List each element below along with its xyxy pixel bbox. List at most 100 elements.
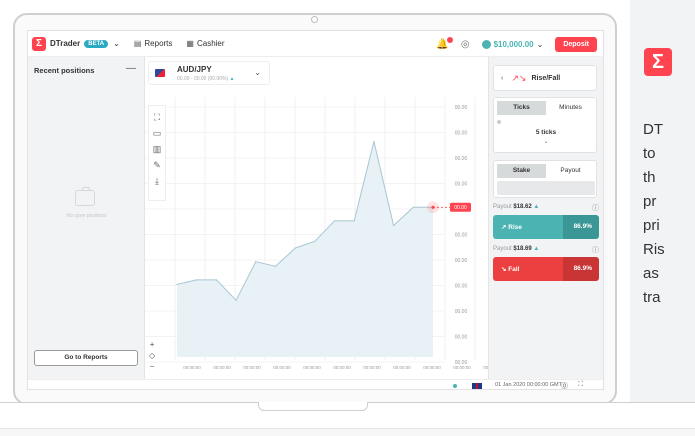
account-balance[interactable]: $10,000.00 ⌄	[481, 39, 543, 49]
duration-value[interactable]: 5 ticks	[494, 129, 598, 136]
dtrader-logo-icon[interactable]: Σ	[32, 36, 46, 51]
aud-jpy-flag-icon	[155, 69, 165, 77]
price-point	[393, 224, 395, 227]
up-arrow-icon: ▲	[533, 246, 540, 252]
tab-stake[interactable]: Stake	[497, 164, 546, 178]
price-axis-label: 00.00	[455, 156, 468, 162]
purchase-fall-button[interactable]: ↘ Fall 86.9%	[493, 257, 599, 281]
deposit-button[interactable]: Deposit	[555, 36, 597, 52]
collapse-icon[interactable]: —	[126, 63, 136, 74]
time-axis-label: 00:00:00	[243, 365, 261, 370]
price-point	[294, 247, 296, 249]
price-point	[176, 283, 178, 286]
fullscreen-icon[interactable]: ⛶	[578, 381, 583, 389]
chart-area[interactable]: 00.00 00.00 00.00 00.00 00.00 00.00 00.00 00.00…	[145, 57, 488, 379]
duration-widget: Ticks Minutes 5 ticks ⌄	[493, 97, 597, 153]
tab-ticks[interactable]: Ticks	[497, 101, 546, 115]
cashier-icon: ▦	[186, 39, 194, 48]
notifications-bell-icon[interactable]: 🔔	[436, 36, 453, 50]
server-time: 01 Jan 2020 00:00:00 GMT	[495, 382, 562, 388]
empty-positions-text: No open positions	[66, 213, 107, 219]
price-axis-label: 00.00	[455, 131, 468, 137]
price-axis-label: 00.00	[455, 335, 468, 341]
price-point	[412, 206, 414, 208]
time-axis-label: 00:00:00	[453, 365, 471, 370]
chart-type-icon[interactable]: ⛶	[154, 112, 160, 123]
chevron-down-icon[interactable]: ⌄	[494, 138, 598, 145]
stake-input[interactable]	[497, 181, 595, 195]
price-point	[373, 140, 375, 143]
current-price-dot	[431, 205, 435, 209]
zoom-out-icon[interactable]: −	[150, 362, 155, 371]
price-point	[333, 220, 336, 222]
time-axis-label: 00:00:00	[363, 365, 381, 370]
time-axis-label: 00:00:00	[303, 365, 321, 370]
trade-type-selector[interactable]: ‹ ↗↘ Rise/Fall	[493, 65, 597, 91]
market-symbol: AUD/JPY	[177, 65, 212, 74]
description-text: DT to th pr pri Ris as tra	[643, 121, 665, 306]
account-icon[interactable]: ◎	[461, 39, 470, 50]
header-right: 🔔 ◎ $10,000.00 ⌄ Deposit	[436, 31, 597, 57]
chevron-left-icon: ‹	[501, 74, 504, 82]
fall-payout-label: Payout	[493, 246, 512, 252]
fall-label: Fall	[508, 266, 520, 273]
laptop-shadow	[0, 428, 695, 436]
current-price-label: 00.00	[454, 205, 467, 211]
price-area-fill	[177, 141, 433, 357]
price-point	[235, 299, 237, 301]
rise-button-label: ↗ Rise	[501, 224, 522, 231]
purchase-rise-button[interactable]: ↗ Rise 86.9%	[493, 215, 599, 239]
price-axis-label: 00.00	[455, 309, 468, 315]
download-icon[interactable]: ⤓	[155, 176, 159, 187]
laptop-notch	[258, 402, 368, 411]
tab-minutes[interactable]: Minutes	[546, 101, 595, 115]
app-name[interactable]: DTrader	[50, 39, 80, 48]
recent-positions-title: Recent positions	[34, 66, 95, 75]
price-axis-label: 00.00	[455, 284, 468, 290]
amount-widget: Stake Payout	[493, 160, 597, 198]
reset-zoom-icon[interactable]: ◇	[149, 351, 155, 360]
price-point	[274, 265, 277, 267]
drawing-tools-icon[interactable]: ✎	[153, 160, 161, 171]
time-axis-label: 00:00:00	[213, 365, 231, 370]
description-panel: Σ DT to th pr pri Ris as tra	[630, 0, 695, 402]
price-chart[interactable]: 00.00 00.00 00.00 00.00 00.00 00.00 00.00 00.00…	[145, 57, 488, 379]
chart-toolbar: ⛶ ▭ ▥ ✎ ⤓	[148, 105, 166, 201]
zoom-in-icon[interactable]: +	[150, 340, 155, 349]
market-change-value: 00.00 - 00.00 (00.00%)	[177, 76, 229, 82]
recent-positions-panel: Recent positions — No open positions Go …	[28, 57, 145, 379]
nav-reports[interactable]: ▤ Reports	[134, 39, 173, 48]
templates-icon[interactable]: ▥	[153, 144, 162, 155]
tab-payout[interactable]: Payout	[546, 164, 595, 178]
network-status-icon[interactable]	[453, 384, 457, 388]
nav-cashier[interactable]: ▦ Cashier	[186, 39, 224, 48]
time-axis-label: 00:00:00	[183, 365, 201, 370]
info-icon[interactable]: ⓘ	[592, 203, 599, 213]
zoom-controls: + ◇ −	[149, 340, 155, 371]
balance-value: $10,000.00	[493, 39, 534, 49]
status-footer: 01 Jan 2020 00:00:00 GMT ⓪ ⛶	[28, 379, 603, 389]
duration-slider-handle[interactable]	[497, 120, 501, 124]
info-icon[interactable]: ⓘ	[592, 245, 599, 255]
screenshot-stage: Σ DTrader BETA ⌄ ▤ Reports ▦ Cashier 🔔 ◎…	[0, 0, 695, 436]
help-icon[interactable]: ⓪	[561, 381, 568, 389]
fall-payout-info: Payout $18.69 ▲	[493, 246, 539, 252]
nav-cashier-label: Cashier	[196, 39, 225, 48]
language-flag-icon[interactable]	[472, 383, 482, 389]
chevron-down-icon[interactable]: ⌄	[113, 39, 120, 48]
dtrader-logo-icon: Σ	[644, 48, 672, 76]
price-point	[314, 240, 316, 242]
go-to-reports-button[interactable]: Go to Reports	[34, 350, 138, 366]
nav-reports-label: Reports	[144, 39, 173, 48]
rise-fall-icon: ↗↘	[511, 72, 527, 83]
indicators-icon[interactable]: ▭	[153, 128, 162, 139]
fall-button-label: ↘ Fall	[501, 266, 520, 273]
time-axis-label: 00:00:00	[423, 365, 441, 370]
price-axis-label: 00.00	[455, 258, 468, 264]
time-axis-label: 00:00:00	[273, 365, 291, 370]
amount-type-toggle: Stake Payout	[497, 164, 595, 178]
rise-payout-info: Payout $18.62 ▲	[493, 204, 539, 210]
market-selector[interactable]: AUD/JPY 00.00 - 00.00 (00.00%) ▲ ⌄	[148, 61, 270, 85]
price-axis-label: 00.00	[455, 105, 468, 111]
currency-icon	[481, 39, 491, 49]
